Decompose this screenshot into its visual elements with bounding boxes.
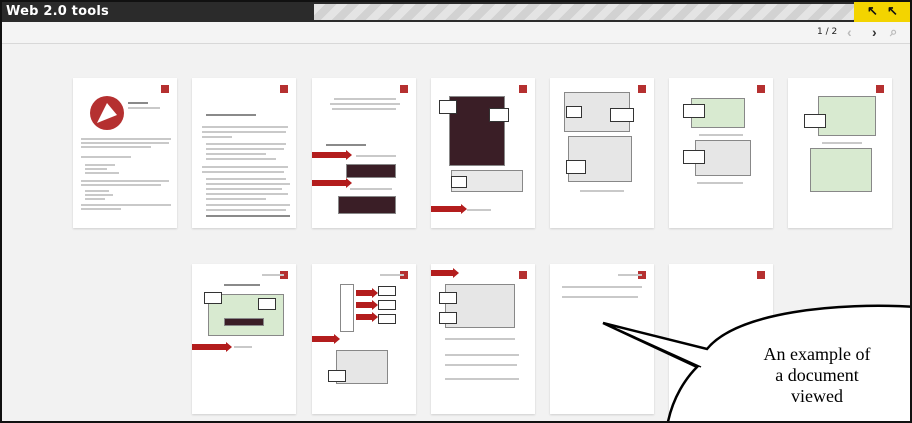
page-marker: [519, 271, 527, 279]
page-thumbnail-7[interactable]: [788, 78, 892, 228]
page-thumbnail-6[interactable]: [669, 78, 773, 228]
zoom-icon[interactable]: ⌕: [890, 24, 897, 40]
title-bar: Web 2.0 tools ↖ ↖: [2, 2, 910, 22]
callout-text: An example of a document viewed: [702, 344, 910, 407]
page-marker: [876, 85, 884, 93]
page-thumbnail-8[interactable]: [192, 264, 296, 414]
page-thumbnail-10[interactable]: [431, 264, 535, 414]
cursor-arrow-icon: ↖: [887, 3, 898, 18]
page-marker: [400, 85, 408, 93]
document-viewer-window: Web 2.0 tools ↖ ↖ 1 / 2 ‹ › ⌕ An example…: [0, 0, 912, 423]
pager-toolbar: 1 / 2 ‹ › ⌕: [2, 22, 910, 44]
page-marker: [638, 85, 646, 93]
callout-line-2: a document: [775, 365, 859, 385]
page-marker: [757, 85, 765, 93]
window-title: Web 2.0 tools: [6, 4, 109, 19]
page-marker: [280, 85, 288, 93]
page-thumbnail-2[interactable]: [192, 78, 296, 228]
page-thumbnail-9[interactable]: [312, 264, 416, 414]
fullscreen-toggle[interactable]: ↖ ↖: [854, 2, 910, 22]
callout-line-1: An example of: [763, 344, 871, 364]
page-marker: [519, 85, 527, 93]
loading-bar: [314, 4, 854, 20]
page-thumbnail-5[interactable]: [550, 78, 654, 228]
page-thumbnail-1[interactable]: [73, 78, 177, 228]
page-thumbnail-4[interactable]: [431, 78, 535, 228]
chevron-right-icon[interactable]: ›: [872, 24, 877, 40]
callout-line-3: viewed: [791, 386, 843, 406]
page-thumbnail-3[interactable]: [312, 78, 416, 228]
expand-arrow-icon[interactable]: ↖: [867, 3, 878, 19]
logo-graphic: [90, 96, 124, 130]
page-indicator: 1 / 2: [817, 27, 838, 37]
page-marker: [161, 85, 169, 93]
chevron-left-icon[interactable]: ‹: [847, 24, 852, 40]
